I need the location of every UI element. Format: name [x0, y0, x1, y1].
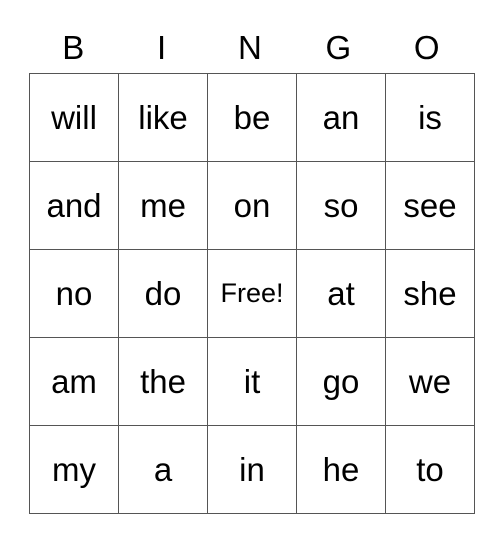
bingo-cell[interactable]: so [296, 161, 386, 250]
bingo-cell[interactable]: is [385, 73, 475, 162]
header-letter-b: B [62, 29, 85, 66]
bingo-cell[interactable]: me [118, 161, 208, 250]
header-letter-g: G [325, 29, 352, 66]
grid-row: my a in he to [29, 425, 475, 514]
free-space-cell[interactable]: Free! [207, 249, 297, 338]
header-letter-o: O [413, 29, 440, 66]
bingo-cell[interactable]: it [207, 337, 297, 426]
bingo-cell[interactable]: do [118, 249, 208, 338]
bingo-cell[interactable]: the [118, 337, 208, 426]
bingo-cell[interactable]: a [118, 425, 208, 514]
bingo-cell[interactable]: we [385, 337, 475, 426]
grid-row: no do Free! at she [29, 249, 475, 338]
grid-row: will like be an is [29, 73, 475, 162]
bingo-cell[interactable]: at [296, 249, 386, 338]
bingo-cell[interactable]: an [296, 73, 386, 162]
grid-row: am the it go we [29, 337, 475, 426]
grid-row: and me on so see [29, 161, 475, 250]
bingo-cell[interactable]: she [385, 249, 475, 338]
bingo-cell[interactable]: he [296, 425, 386, 514]
bingo-cell[interactable]: like [118, 73, 208, 162]
header-letter-n: N [238, 29, 262, 66]
bingo-cell[interactable]: will [29, 73, 119, 162]
bingo-cell[interactable]: to [385, 425, 475, 514]
bingo-cell[interactable]: go [296, 337, 386, 426]
bingo-cell[interactable]: on [207, 161, 297, 250]
bingo-cell[interactable]: be [207, 73, 297, 162]
header-letter-i: I [157, 29, 167, 66]
bingo-cell[interactable]: see [385, 161, 475, 250]
bingo-cell[interactable]: am [29, 337, 119, 426]
bingo-cell[interactable]: and [29, 161, 119, 250]
bingo-header: B I N G O [29, 26, 471, 70]
bingo-grid: will like be an is and me on so see no d… [29, 73, 475, 514]
bingo-cell[interactable]: in [207, 425, 297, 514]
bingo-cell[interactable]: my [29, 425, 119, 514]
bingo-cell[interactable]: no [29, 249, 119, 338]
